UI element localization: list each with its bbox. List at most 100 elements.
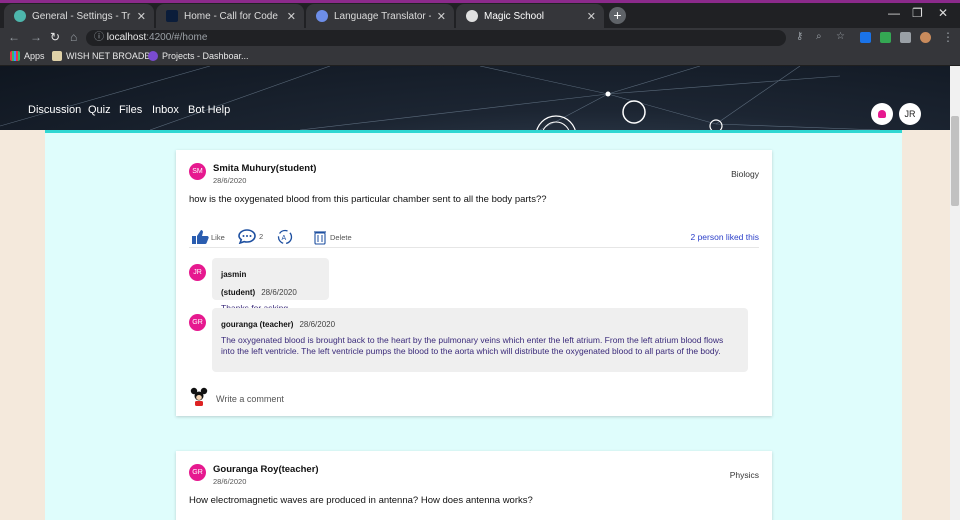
- comment-item: jasmin (student)28/6/2020 Thanks for ask…: [212, 258, 329, 313]
- url-path: :4200/#/home: [146, 32, 208, 43]
- liked-count-link[interactable]: 2 person liked this: [690, 232, 759, 242]
- wish-net-icon: [52, 51, 62, 61]
- extensions-puzzle-icon[interactable]: [900, 32, 911, 43]
- globe-icon: [466, 10, 478, 22]
- like-label: Like: [211, 232, 225, 242]
- minimize-icon[interactable]: —: [888, 6, 900, 20]
- nav-discussion[interactable]: Discussion: [28, 104, 81, 116]
- bookmark-apps[interactable]: Apps: [10, 51, 45, 61]
- comment-author: jasmin (student): [221, 270, 256, 297]
- bookmarks-bar: Apps WISH NET BROADB... Projects - Dashb…: [0, 48, 960, 66]
- comment-author: gouranga (teacher): [221, 320, 294, 329]
- ibm-cloud-icon: [316, 10, 328, 22]
- post-card: GR Gouranga Roy(teacher) 28/6/2020 Physi…: [176, 451, 772, 520]
- tab-title: Language Translator - IBM Cloud: [334, 10, 431, 22]
- app-header: Discussion Quiz Files Inbox Bot Help JR: [0, 66, 950, 130]
- close-tab-icon[interactable]: ✕: [437, 10, 446, 23]
- projects-icon: [148, 51, 158, 61]
- comment-text: The oxygenated blood is brought back to …: [221, 335, 724, 356]
- comment-bubble-icon: [238, 229, 256, 244]
- bookmark-label: Projects - Dashboar...: [162, 51, 249, 61]
- gear-icon: [14, 10, 26, 22]
- key-icon[interactable]: ⚷: [796, 31, 803, 42]
- browser-tab-magic-school[interactable]: Magic School ✕: [456, 4, 604, 28]
- commenter-avatar: GR: [189, 314, 206, 331]
- post-actions: Like 2 A Delete 2 person liked this: [189, 226, 759, 248]
- write-comment-input[interactable]: Write a comment: [216, 394, 284, 404]
- author-avatar: GR: [189, 464, 206, 481]
- author-avatar: SM: [189, 163, 206, 180]
- translate-icon: A: [277, 229, 293, 245]
- discussion-panel: SM Smita Muhury(student) 28/6/2020 Biolo…: [45, 130, 902, 520]
- comment-item: gouranga (teacher) 28/6/2020 The oxygenat…: [212, 308, 748, 372]
- user-avatar-button[interactable]: JR: [899, 103, 921, 125]
- close-window-icon[interactable]: ✕: [938, 6, 948, 20]
- bookmark-wish-net[interactable]: WISH NET BROADB...: [52, 51, 158, 61]
- tab-title: General - Settings - Trisita Roy / M: [32, 10, 131, 22]
- extension-sheets-icon[interactable]: [880, 32, 891, 43]
- nav-bot-help[interactable]: Bot Help: [188, 104, 230, 116]
- close-tab-icon[interactable]: ✕: [287, 10, 296, 23]
- page-content: SM Smita Muhury(student) 28/6/2020 Biolo…: [0, 130, 950, 520]
- translate-button[interactable]: A: [276, 229, 294, 245]
- browser-menu-icon[interactable]: ⋮: [942, 30, 954, 44]
- close-tab-icon[interactable]: ✕: [587, 10, 596, 23]
- post-author: Gouranga Roy(teacher): [213, 464, 319, 475]
- reload-icon[interactable]: ↻: [50, 30, 60, 44]
- post-date: 28/6/2020: [213, 176, 247, 185]
- comment-date: 28/6/2020: [261, 288, 297, 297]
- bookmark-label: WISH NET BROADB...: [66, 51, 158, 61]
- zoom-icon[interactable]: ⌕: [816, 31, 822, 42]
- post-subject: Physics: [729, 470, 759, 480]
- comment-count: 2: [259, 232, 264, 241]
- svg-text:A: A: [282, 235, 287, 242]
- mickey-avatar-icon: [190, 387, 208, 407]
- network-background-graphic: [0, 66, 881, 130]
- post-question: how is the oxygenated blood from this pa…: [189, 194, 547, 205]
- back-icon[interactable]: ←: [8, 30, 20, 44]
- delete-label: Delete: [330, 232, 352, 242]
- comment-date: 28/6/2020: [299, 320, 336, 329]
- browser-tab-call-for-code[interactable]: Home - Call for Code ✕: [156, 4, 304, 28]
- post-author: Smita Muhury(student): [213, 163, 317, 174]
- nav-inbox[interactable]: Inbox: [152, 104, 179, 116]
- tab-title: Home - Call for Code: [184, 10, 278, 22]
- browser-toolbar: ← → ↻ ⌂ ⓘ localhost:4200/#/home ⚷ ⌕ ☆ ⋮: [0, 28, 960, 48]
- browser-tab-language-translator[interactable]: Language Translator - IBM Cloud ✕: [306, 4, 454, 28]
- commenter-avatar: JR: [189, 264, 206, 281]
- thumbs-up-icon: [192, 230, 209, 244]
- tab-title: Magic School: [484, 10, 545, 22]
- browser-tab-settings[interactable]: General - Settings - Trisita Roy / M ✕: [4, 4, 154, 28]
- bookmark-projects[interactable]: Projects - Dashboar...: [148, 51, 249, 61]
- tab-strip-accent: [0, 0, 960, 3]
- comment-button[interactable]: 2: [238, 229, 263, 244]
- post-question: How electromagnetic waves are produced i…: [189, 495, 533, 506]
- profile-avatar-icon[interactable]: [920, 32, 931, 43]
- post-date: 28/6/2020: [213, 477, 247, 486]
- url-host: localhost: [106, 32, 147, 43]
- bell-icon: [878, 110, 886, 118]
- close-tab-icon[interactable]: ✕: [137, 10, 146, 23]
- forward-icon[interactable]: →: [30, 30, 42, 44]
- bookmark-star-icon[interactable]: ☆: [836, 31, 845, 42]
- trash-icon: [314, 231, 326, 245]
- scrollbar-thumb[interactable]: [951, 116, 959, 206]
- extension-docs-icon[interactable]: [860, 32, 871, 43]
- home-icon[interactable]: ⌂: [70, 30, 77, 44]
- bookmark-label: Apps: [24, 51, 45, 61]
- info-icon: ⓘ: [94, 32, 107, 43]
- address-bar[interactable]: ⓘ localhost:4200/#/home: [86, 30, 786, 46]
- like-button[interactable]: Like: [191, 229, 225, 245]
- apps-grid-icon: [10, 51, 20, 61]
- nav-quiz[interactable]: Quiz: [88, 104, 111, 116]
- maximize-icon[interactable]: ❐: [912, 6, 923, 20]
- post-subject: Biology: [731, 169, 759, 179]
- page-scrollbar[interactable]: [950, 66, 960, 520]
- post-card: SM Smita Muhury(student) 28/6/2020 Biolo…: [176, 150, 772, 416]
- new-tab-button[interactable]: +: [609, 7, 626, 24]
- browser-tab-strip: General - Settings - Trisita Roy / M ✕ H…: [0, 0, 960, 28]
- call-for-code-icon: [166, 10, 178, 22]
- nav-files[interactable]: Files: [119, 104, 142, 116]
- delete-button[interactable]: Delete: [313, 229, 352, 245]
- notification-button[interactable]: [871, 103, 893, 125]
